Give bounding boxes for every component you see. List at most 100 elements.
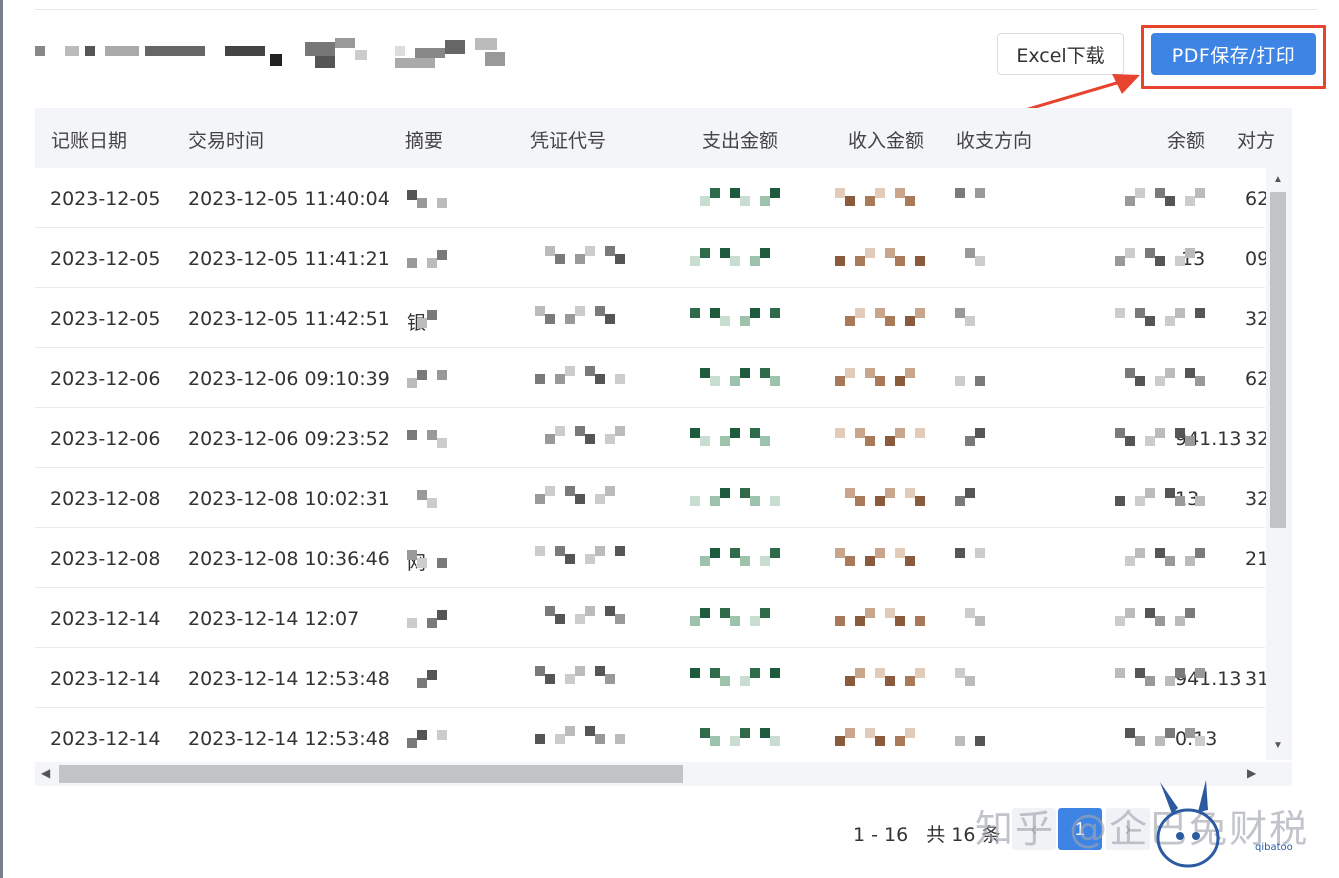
redacted-block xyxy=(955,548,990,568)
redacted-block xyxy=(535,366,625,386)
col-header-income[interactable]: 收入金额 xyxy=(848,126,924,153)
redacted-block xyxy=(955,248,990,268)
redacted-block xyxy=(535,246,625,266)
window-edge xyxy=(0,0,3,878)
redacted-block xyxy=(835,668,925,688)
redacted-block xyxy=(535,486,625,506)
redacted-block xyxy=(1115,308,1210,328)
rabbit-mascot-logo-icon xyxy=(1156,780,1220,868)
col-header-summary[interactable]: 摘要 xyxy=(405,126,443,153)
redacted-block xyxy=(690,188,785,208)
redacted-block xyxy=(690,368,785,388)
redacted-block xyxy=(1115,368,1210,388)
redacted-block xyxy=(407,310,447,330)
redacted-block xyxy=(955,308,990,328)
col-header-counterparty[interactable]: 对方 xyxy=(1237,126,1275,153)
cell-date: 2023-12-06 xyxy=(50,368,161,390)
redacted-block xyxy=(407,250,447,270)
redacted-block xyxy=(407,550,447,570)
redacted-block xyxy=(535,726,625,746)
redacted-block xyxy=(535,606,625,626)
redacted-block xyxy=(690,428,785,448)
excel-download-button[interactable]: Excel下载 xyxy=(997,33,1124,75)
redacted-block xyxy=(407,490,447,510)
vertical-scroll-thumb[interactable] xyxy=(1270,192,1286,528)
redacted-block xyxy=(835,308,925,328)
redacted-block xyxy=(835,368,925,388)
cell-date: 2023-12-14 xyxy=(50,728,161,750)
table-row[interactable]: 2023-12-142023-12-14 12:53:480.13 xyxy=(35,708,1265,768)
col-header-voucher[interactable]: 凭证代号 xyxy=(530,126,606,153)
table-row[interactable]: 2023-12-082023-12-08 10:36:46网21 xyxy=(35,528,1269,588)
cell-time: 2023-12-08 10:36:46 xyxy=(188,548,390,570)
cell-time: 2023-12-14 12:53:48 xyxy=(188,668,390,690)
cell-time: 2023-12-06 09:10:39 xyxy=(188,368,390,390)
table-row[interactable]: 2023-12-052023-12-05 11:42:51银32 xyxy=(35,288,1269,348)
transactions-table: 记账日期 交易时间 摘要 凭证代号 支出金额 收入金额 收支方向 余额 对方 2… xyxy=(35,108,1292,786)
redacted-block xyxy=(835,488,925,508)
cell-time: 2023-12-05 11:42:51 xyxy=(188,308,390,330)
redacted-block xyxy=(1115,188,1210,208)
table-row[interactable]: 2023-12-05 2023-12-05 11:40:04 62 xyxy=(35,168,1269,228)
cell-time: 2023-12-06 09:23:52 xyxy=(188,428,390,450)
redacted-block xyxy=(955,728,990,748)
vertical-scrollbar[interactable]: ▲ ▼ xyxy=(1266,168,1292,760)
redacted-block xyxy=(955,608,990,628)
redacted-block xyxy=(835,248,925,268)
redacted-block xyxy=(407,370,447,390)
cell-date: 2023-12-05 xyxy=(50,248,161,270)
col-header-balance[interactable]: 余额 xyxy=(1167,126,1205,153)
cell-time: 2023-12-14 12:53:48 xyxy=(188,728,390,750)
cell-date: 2023-12-08 xyxy=(50,548,161,570)
table-row[interactable]: 2023-12-08 2023-12-08 10:02:31 13 32 xyxy=(35,468,1269,528)
col-header-direction[interactable]: 收支方向 xyxy=(956,126,1032,153)
cell-date: 2023-12-14 xyxy=(50,668,161,690)
redacted-block xyxy=(1115,248,1210,268)
redacted-block xyxy=(1115,728,1210,748)
redacted-block xyxy=(690,668,785,688)
table-row[interactable]: 2023-12-14 2023-12-14 12:07 xyxy=(35,588,1265,648)
redacted-block xyxy=(690,608,785,628)
redacted-block xyxy=(407,670,447,690)
cell-time: 2023-12-05 11:41:21 xyxy=(188,248,390,270)
watermark-brand: qibatoo xyxy=(1255,842,1293,853)
redacted-block xyxy=(835,728,925,748)
horizontal-scrollbar[interactable]: ◀ ▶ xyxy=(35,762,1292,786)
redacted-block xyxy=(535,426,625,446)
redacted-block xyxy=(835,608,925,628)
col-header-expense[interactable]: 支出金额 xyxy=(702,126,778,153)
pdf-button-highlight xyxy=(1141,25,1326,89)
redacted-block xyxy=(1115,428,1210,448)
horizontal-scroll-thumb[interactable] xyxy=(59,765,683,783)
table-row[interactable]: 2023-12-06 2023-12-06 09:23:52 941.13 32 xyxy=(35,408,1269,468)
scroll-right-icon[interactable]: ▶ xyxy=(1247,766,1256,780)
redacted-block xyxy=(690,488,785,508)
scroll-up-icon[interactable]: ▲ xyxy=(1273,174,1283,185)
scroll-left-icon[interactable]: ◀ xyxy=(41,766,50,780)
cell-date: 2023-12-05 xyxy=(50,308,161,330)
cell-date: 2023-12-06 xyxy=(50,428,161,450)
cell-date: 2023-12-14 xyxy=(50,608,161,630)
redacted-block xyxy=(955,428,990,448)
redacted-block xyxy=(1115,668,1210,688)
redacted-block xyxy=(690,548,785,568)
col-header-time[interactable]: 交易时间 xyxy=(188,126,264,153)
cell-time: 2023-12-08 10:02:31 xyxy=(188,488,390,510)
redacted-block xyxy=(690,308,785,328)
divider xyxy=(35,9,1317,10)
cell-time: 2023-12-05 11:40:04 xyxy=(188,188,390,210)
redacted-block xyxy=(1115,608,1210,628)
table-row[interactable]: 2023-12-06 2023-12-06 09:10:39 62 xyxy=(35,348,1269,408)
redacted-block xyxy=(955,368,990,388)
scroll-down-icon[interactable]: ▼ xyxy=(1273,740,1283,751)
table-header: 记账日期 交易时间 摘要 凭证代号 支出金额 收入金额 收支方向 余额 对方 xyxy=(35,108,1292,168)
redacted-block xyxy=(535,546,625,566)
redacted-block xyxy=(955,188,990,208)
cell-date: 2023-12-08 xyxy=(50,488,161,510)
redacted-block xyxy=(835,188,925,208)
redacted-block xyxy=(690,728,785,748)
col-header-date[interactable]: 记账日期 xyxy=(51,126,127,153)
redacted-block xyxy=(1115,488,1210,508)
table-row[interactable]: 2023-12-14 2023-12-14 12:53:48 941.13 31 xyxy=(35,648,1269,708)
table-row[interactable]: 2023-12-05 2023-12-05 11:41:21.13 09 xyxy=(35,228,1269,288)
